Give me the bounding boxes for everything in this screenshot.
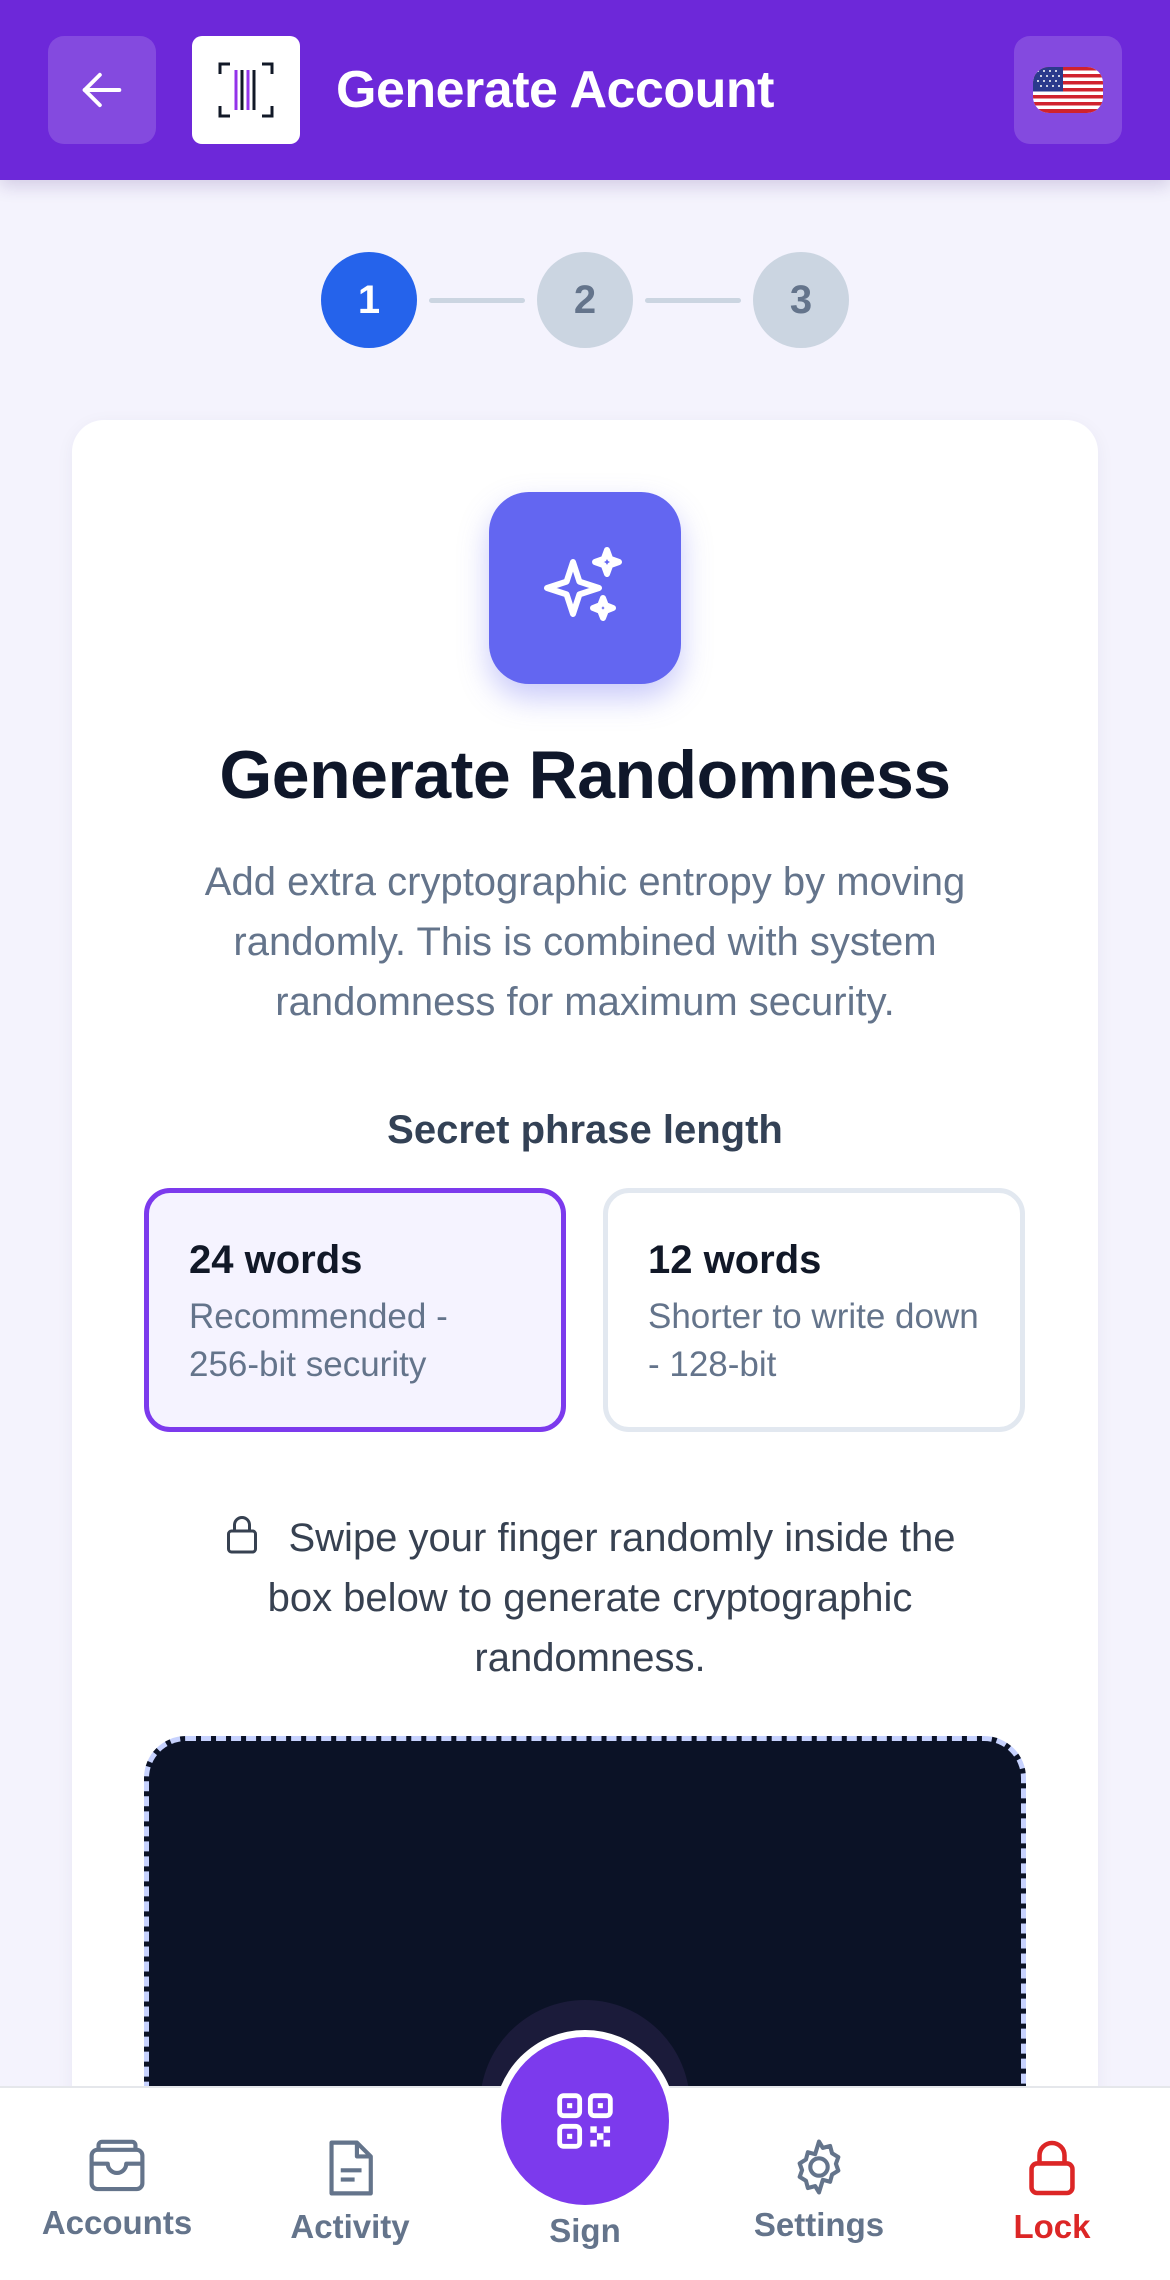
step-connector [645, 298, 741, 303]
swipe-hint-text: Swipe your finger randomly inside the bo… [267, 1516, 956, 1680]
nav-label: Lock [1013, 2208, 1091, 2245]
page-title: Generate Account [336, 61, 774, 119]
nav-label: Accounts [41, 2204, 193, 2241]
step-3: 3 [753, 252, 849, 348]
step-1: 1 [321, 252, 417, 348]
gear-icon [797, 2139, 841, 2195]
document-icon [329, 2140, 373, 2196]
sign-button[interactable] [494, 2030, 676, 2212]
option-subtitle: Recommended - 256-bit security [189, 1297, 448, 1384]
step-2: 2 [537, 252, 633, 348]
card-description: Add extra cryptographic entropy by movin… [204, 860, 966, 1024]
app-logo [192, 36, 300, 144]
nav-label: Settings [753, 2206, 885, 2243]
wallet-icon [89, 2139, 145, 2192]
card-heading: Generate Randomness [219, 737, 951, 813]
nav-label: Activity [290, 2208, 410, 2245]
lock-icon [1029, 2140, 1075, 2196]
option-12-words[interactable]: 12 words Shorter to write down - 128-bit [603, 1188, 1025, 1432]
option-24-words[interactable]: 24 words Recommended - 256-bit security [144, 1188, 566, 1432]
hero-icon-tile [489, 492, 681, 684]
us-flag-icon [1033, 67, 1103, 113]
nav-activity[interactable]: Activity [250, 2138, 450, 2268]
barcode-logo-icon [218, 62, 274, 118]
app-header: Generate Account [0, 0, 1170, 180]
nav-accounts[interactable]: Accounts [17, 2138, 217, 2268]
back-button[interactable] [48, 36, 156, 144]
qr-code-icon [557, 2093, 613, 2149]
language-button[interactable] [1014, 36, 1122, 144]
phrase-length-label: Secret phrase length [387, 1108, 783, 1152]
arrow-left-icon [82, 72, 122, 108]
nav-sign-label: Sign [549, 2212, 621, 2249]
option-title: 12 words [648, 1238, 822, 1282]
step-connector [429, 298, 525, 303]
nav-lock[interactable]: Lock [952, 2138, 1152, 2268]
sparkles-icon [544, 547, 622, 621]
swipe-hint: Swipe your finger randomly inside the bo… [200, 1508, 980, 1688]
progress-stepper: 1 2 3 [0, 252, 1170, 348]
option-title: 24 words [189, 1238, 363, 1282]
nav-settings[interactable]: Settings [719, 2138, 919, 2268]
option-subtitle: Shorter to write down - 128-bit [648, 1297, 979, 1384]
sign-button-inner [501, 2037, 669, 2205]
lock-icon [227, 1516, 258, 1554]
